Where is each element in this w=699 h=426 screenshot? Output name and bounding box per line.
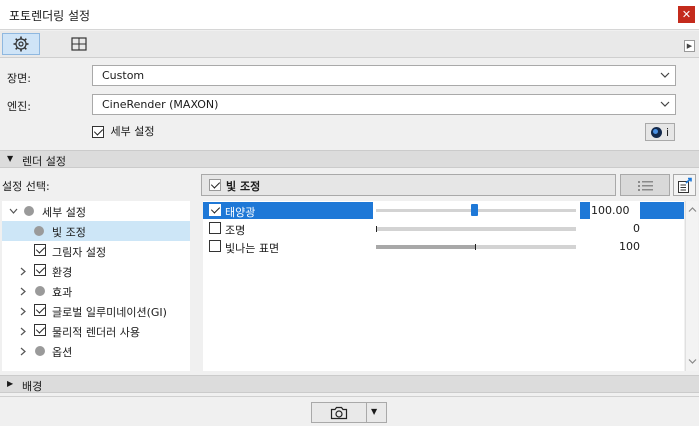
value-edge <box>580 202 590 219</box>
tree-item-label: 물리적 렌더러 사용 <box>52 326 140 339</box>
tree-item-label: 옵션 <box>52 346 73 359</box>
scroll-down-icon[interactable] <box>688 358 697 365</box>
checkbox[interactable] <box>34 244 46 256</box>
collapse-arrow-icon: ▼ <box>7 154 14 163</box>
scene-label: 장면: <box>7 72 31 85</box>
background-section-label: 배경 <box>22 380 43 393</box>
slider-track[interactable] <box>376 227 576 231</box>
slider-marker[interactable] <box>376 226 377 232</box>
export-icon <box>678 177 692 193</box>
close-button[interactable]: ✕ <box>678 6 695 23</box>
status-dot-icon <box>24 206 34 216</box>
chevron-down-icon[interactable] <box>9 207 18 216</box>
engine-info-button[interactable]: i <box>645 123 675 141</box>
expand-arrow-icon: ▶ <box>7 379 14 388</box>
param-label: 조명 <box>225 224 246 237</box>
camera-icon <box>330 406 348 419</box>
param-row-sunlight[interactable]: 태양광 100.00 <box>203 202 684 219</box>
engine-value: CineRender (MAXON) <box>102 98 219 111</box>
tree-item-global-illumination[interactable]: 글로벌 일루미네이션(GI) <box>2 301 190 321</box>
window-title: 포토렌더링 설정 <box>9 9 91 23</box>
tree-item-label: 효과 <box>52 286 73 299</box>
tree-item-label: 환경 <box>52 266 73 279</box>
param-value[interactable]: 0 <box>593 222 640 235</box>
checkbox[interactable] <box>209 204 221 216</box>
gear-icon <box>13 36 29 52</box>
param-row-lighting[interactable]: 조명 0 <box>203 220 684 237</box>
checkbox[interactable] <box>92 126 104 138</box>
title-bar: 포토렌더링 설정 ✕ <box>0 0 699 30</box>
vertical-scrollbar[interactable] <box>685 201 698 371</box>
chevron-down-icon <box>660 72 670 78</box>
param-label: 빛나는 표면 <box>225 242 280 255</box>
chevron-right-icon[interactable] <box>19 287 28 296</box>
tree-item-detail-settings[interactable]: 세부 설정 <box>2 201 190 221</box>
param-row-glowing-surface[interactable]: 빛나는 표면 100 <box>203 238 684 255</box>
engine-select[interactable]: CineRender (MAXON) <box>92 94 676 115</box>
cinema4d-icon <box>650 126 662 138</box>
panel-header: 빛 조정 <box>201 174 616 196</box>
tree-item-shadow-settings[interactable]: 그림자 설정 <box>2 241 190 261</box>
panel-title: 빛 조정 <box>226 180 261 193</box>
slider-fill <box>376 245 475 249</box>
slider-marker[interactable] <box>475 244 476 250</box>
settings-tab-button[interactable] <box>2 33 40 55</box>
view-icon <box>71 37 87 51</box>
settings-select-label: 설정 선택: <box>2 180 50 193</box>
param-label: 태양광 <box>225 206 256 219</box>
param-value[interactable]: 100 <box>593 240 640 253</box>
checkbox[interactable] <box>34 304 46 316</box>
render-settings-label: 렌더 설정 <box>22 155 66 168</box>
bottom-bar: ▼ <box>0 396 699 426</box>
chevron-right-icon[interactable] <box>19 267 28 276</box>
detail-settings-label: 세부 설정 <box>110 125 155 138</box>
export-button[interactable] <box>673 174 696 196</box>
info-label: i <box>665 125 670 139</box>
chevron-right-icon[interactable] <box>19 327 28 336</box>
checkbox[interactable] <box>34 264 46 276</box>
scroll-up-icon[interactable] <box>688 206 697 213</box>
tree-item-label: 빛 조정 <box>52 226 86 239</box>
parameter-list: 태양광 100.00 조명 0 빛나는 표면 100 <box>203 201 684 371</box>
toolbar: ▶ <box>0 31 699 58</box>
checkbox[interactable] <box>209 222 221 234</box>
render-settings-section[interactable]: ▼ 렌더 설정 <box>0 150 699 168</box>
status-dot-icon <box>35 286 45 296</box>
tree-item-physical-renderer[interactable]: 물리적 렌더러 사용 <box>2 321 190 341</box>
render-button-group: ▼ <box>311 402 387 423</box>
expand-arrow-button[interactable]: ▶ <box>684 40 695 52</box>
background-section[interactable]: ▶ 배경 <box>0 375 699 393</box>
chevron-right-icon[interactable] <box>19 347 28 356</box>
tree-item-environment[interactable]: 환경 <box>2 261 190 281</box>
value-edge <box>640 202 684 219</box>
slider-thumb[interactable] <box>471 204 478 216</box>
tree-item-effects[interactable]: 효과 <box>2 281 190 301</box>
checkbox[interactable] <box>209 240 221 252</box>
status-dot-icon <box>34 226 44 236</box>
list-view-button[interactable] <box>620 174 670 196</box>
render-dropdown-button[interactable]: ▼ <box>371 407 377 416</box>
tree-item-label: 세부 설정 <box>42 206 86 219</box>
checkbox[interactable] <box>34 324 46 336</box>
settings-tree: 세부 설정 빛 조정 그림자 설정 환경 효과 글로벌 일루미네이션(GI) 물… <box>2 201 190 371</box>
engine-label: 엔진: <box>7 100 31 113</box>
render-button[interactable] <box>312 403 367 422</box>
chevron-right-icon[interactable] <box>19 307 28 316</box>
tree-item-options[interactable]: 옵션 <box>2 341 190 361</box>
tree-item-label: 글로벌 일루미네이션(GI) <box>52 306 167 319</box>
status-dot-icon <box>35 346 45 356</box>
scene-value: Custom <box>102 69 145 82</box>
tree-item-label: 그림자 설정 <box>52 246 107 259</box>
detail-settings-checkbox[interactable]: 세부 설정 <box>92 123 154 139</box>
view-tab-button[interactable] <box>60 33 98 55</box>
tree-item-light-adjust[interactable]: 빛 조정 <box>2 221 190 241</box>
list-icon <box>638 181 653 191</box>
param-value[interactable]: 100.00 <box>591 204 630 217</box>
checkbox[interactable] <box>209 179 221 191</box>
scene-select[interactable]: Custom <box>92 65 676 86</box>
chevron-down-icon <box>660 101 670 107</box>
